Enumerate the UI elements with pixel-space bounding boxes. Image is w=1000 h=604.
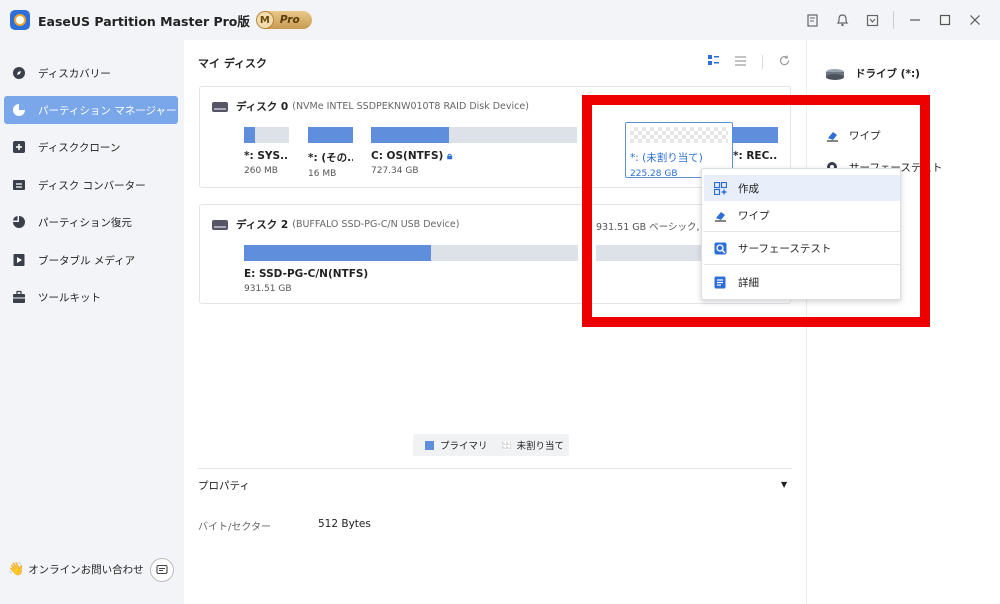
online-contact-label: オンラインお問い合わせ xyxy=(28,564,144,576)
usb-disk-icon xyxy=(212,219,228,230)
pro-badge-letter: M xyxy=(255,11,274,29)
compass-icon xyxy=(12,66,26,80)
eraser-icon xyxy=(713,208,727,222)
menu-item-surface-test[interactable]: サーフェーステスト xyxy=(704,235,900,261)
disk-description: (NVMe INTEL SSDPEKNW010T8 RAID Disk Devi… xyxy=(292,101,529,112)
partition-e-drive[interactable]: E: SSD-PG-C/N(NTFS) 931.51 GB xyxy=(244,245,578,294)
notes-icon[interactable] xyxy=(797,10,827,30)
drive-icon xyxy=(825,67,845,81)
pro-badge[interactable]: M Pro xyxy=(255,11,312,29)
bell-icon[interactable] xyxy=(827,10,857,30)
menu-item-details[interactable]: 詳細 xyxy=(704,269,900,295)
disk-name: ディスク 2 xyxy=(236,219,289,231)
grid-view-icon[interactable] xyxy=(708,55,719,69)
sidebar-item-label: ツールキット xyxy=(38,291,101,304)
partition-c-drive[interactable]: C: OS(NTFS) 🔒︎ 727.34 GB xyxy=(371,127,577,176)
sidebar-item-partition-recovery[interactable]: パーティション復元 xyxy=(4,208,178,236)
property-label: バイト/セクター xyxy=(198,522,271,533)
create-icon xyxy=(713,181,727,195)
partition-size: 16 MB xyxy=(308,169,337,179)
pie-chart-icon xyxy=(12,103,26,117)
partition-legend: プライマリ 未割り当て xyxy=(413,434,569,456)
waving-hand-icon: 👋 xyxy=(8,562,25,577)
drive-label: ドライブ (*:) xyxy=(855,68,920,80)
minimize-icon[interactable] xyxy=(900,10,930,30)
chat-button[interactable] xyxy=(150,558,174,582)
partition-size: 727.34 GB xyxy=(371,166,419,176)
sidebar-item-toolkit[interactable]: ツールキット xyxy=(4,283,178,311)
caret-down-icon[interactable]: ▼ xyxy=(781,480,787,489)
details-icon xyxy=(713,275,727,289)
partition-size: 260 MB xyxy=(244,166,278,176)
lock-icon: 🔒︎ xyxy=(447,151,453,162)
menu-item-create[interactable]: 作成 xyxy=(704,175,900,201)
sidebar: ディスカバリー パーティション マネージャー ディスククローン ディスク コンバ… xyxy=(0,40,184,604)
sidebar-item-label: ディスククローン xyxy=(38,141,121,154)
restore-icon xyxy=(12,215,26,229)
sidebar-item-partition-manager[interactable]: パーティション マネージャー xyxy=(4,96,178,124)
online-contact-link[interactable]: 👋 オンラインお問い合わせ xyxy=(8,562,144,577)
media-icon xyxy=(12,253,26,267)
plus-square-icon xyxy=(12,140,26,154)
partition-size: 931.51 GB xyxy=(244,284,292,294)
app-title: EaseUS Partition Master Pro版 xyxy=(38,13,250,29)
menu-item-label: ワイプ xyxy=(738,209,770,222)
drive-header: ドライブ (*:) xyxy=(825,66,920,81)
partition-other[interactable]: *: (その... 16 MB xyxy=(308,127,353,179)
download-icon[interactable] xyxy=(857,10,887,30)
list-view-icon[interactable] xyxy=(735,55,746,69)
page-title: マイ ディスク xyxy=(198,57,268,70)
partition-name: *: (その... xyxy=(308,152,353,164)
sidebar-item-discovery[interactable]: ディスカバリー xyxy=(4,59,178,87)
menu-item-label: 作成 xyxy=(738,182,759,195)
context-menu: 作成 ワイプ サーフェーステスト 詳細 xyxy=(701,168,901,300)
partition-name: E: SSD-PG-C/N(NTFS) xyxy=(244,268,369,280)
menu-item-label: サーフェーステスト xyxy=(738,242,832,255)
sidebar-item-label: パーティション復元 xyxy=(38,216,132,229)
disk-name: ディスク 0 xyxy=(236,101,289,113)
refresh-icon[interactable] xyxy=(779,55,790,69)
sidebar-item-disk-clone[interactable]: ディスククローン xyxy=(4,133,178,161)
sidebar-item-label: ディスカバリー xyxy=(38,67,111,80)
toolbox-icon xyxy=(12,290,26,304)
surface-test-icon xyxy=(713,241,727,255)
sidebar-item-disk-converter[interactable]: ディスク コンバーター xyxy=(4,171,178,199)
sidebar-item-label: ディスク コンバーター xyxy=(38,179,146,192)
property-value: 512 Bytes xyxy=(318,518,371,530)
convert-icon xyxy=(12,178,26,192)
disk-icon xyxy=(212,101,228,112)
legend-primary-swatch xyxy=(425,440,434,450)
partition-name: C: OS(NTFS) xyxy=(371,150,444,162)
sidebar-item-label: パーティション マネージャー xyxy=(38,104,177,117)
close-icon[interactable] xyxy=(960,10,990,30)
chat-icon xyxy=(156,564,168,575)
menu-item-label: 詳細 xyxy=(738,276,759,289)
maximize-icon[interactable] xyxy=(930,10,960,30)
legend-primary-label: プライマリ xyxy=(440,441,488,452)
sidebar-item-label: ブータブル メディア xyxy=(38,254,136,267)
partition-name: *: SYS... xyxy=(244,150,289,162)
pro-badge-text: Pro xyxy=(279,14,300,26)
title-bar: EaseUS Partition Master Pro版 M Pro xyxy=(0,0,1000,40)
sidebar-item-bootable-media[interactable]: ブータブル メディア xyxy=(4,246,178,274)
legend-unallocated-swatch xyxy=(501,440,511,450)
properties-title[interactable]: プロパティ xyxy=(198,478,250,493)
legend-unallocated-label: 未割り当て xyxy=(516,441,565,452)
partition-sys[interactable]: *: SYS... 260 MB xyxy=(244,127,289,176)
app-logo-icon xyxy=(10,10,30,30)
menu-item-wipe[interactable]: ワイプ xyxy=(704,202,900,228)
disk-description: (BUFFALO SSD-PG-C/N USB Device) xyxy=(292,219,460,230)
